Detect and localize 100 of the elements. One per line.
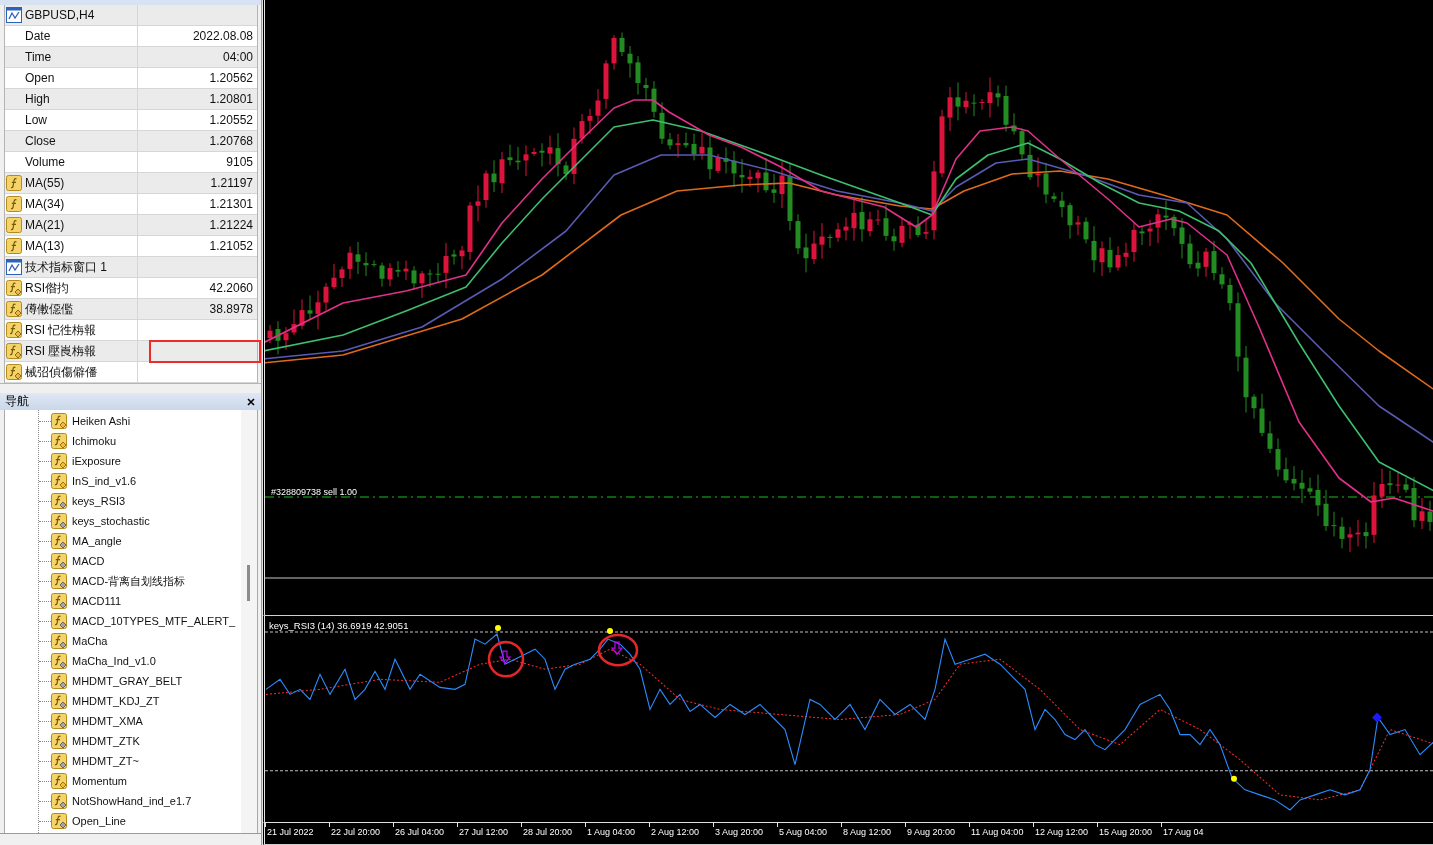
custom-indicator-icon [6,301,22,317]
field-label: Close [25,134,56,148]
custom-indicator-icon [51,673,67,689]
function-icon [6,238,22,254]
navigator-item[interactable]: iExposure [51,452,121,470]
navigator-item[interactable]: MHDMT_KDJ_ZT [51,692,160,710]
navigator-item[interactable]: Open_Line [51,812,126,830]
time-label: 1 Aug 04:00 [587,827,636,839]
navigator-item[interactable]: MHDMT_ZT~ [51,752,139,770]
field-value: 04:00 [222,50,253,64]
custom-indicator-icon [51,813,67,829]
custom-indicator-icon [51,573,67,589]
navigator-item[interactable]: MaCha [51,632,108,650]
field-label: RSI偺抣 [25,279,69,297]
function-icon [6,217,22,233]
navigator-item[interactable]: MA_angle [51,532,122,550]
navigator-item[interactable]: NotShowHand_ind_e1.7 [51,792,192,810]
field-value: 1.20562 [209,71,253,85]
field-value: 42.2060 [209,281,253,295]
navigator-item[interactable]: MACD_10TYPES_MTF_ALERT_ [51,612,236,630]
scrollbar-thumb[interactable] [247,565,250,601]
field-label: Volume [25,155,66,169]
field-label: 械弨偵傷僻僠 [25,363,97,381]
time-label: 9 Aug 20:00 [907,827,956,839]
time-label: 12 Aug 12:00 [1035,827,1089,839]
time-label: 8 Aug 12:00 [843,827,892,839]
field-label: Open [25,71,55,85]
field-value: 1.21197 [210,176,253,190]
down-arrow-icon [610,641,624,656]
custom-indicator-icon [51,753,67,769]
close-button[interactable] [245,395,257,408]
time-label: 17 Aug 04 [1163,827,1204,839]
custom-indicator-icon [51,793,67,809]
dot-marker-icon [607,628,613,635]
custom-indicator-icon [6,322,22,338]
order-label: #328809738 sell 1.00 [271,487,358,497]
field-label: MA(21) [25,218,65,232]
time-label: 22 Jul 20:00 [331,827,381,839]
custom-indicator-icon [51,733,67,749]
field-label: High [25,92,50,106]
navigator-item[interactable]: MACD [51,552,105,570]
custom-indicator-icon [51,413,67,429]
navigator-item[interactable]: keys_stochastic [51,512,150,530]
time-label: 27 Jul 12:00 [459,827,509,839]
navigator-item[interactable]: MHDMT_GRAY_BELT [51,672,183,690]
dot-marker-icon [1231,775,1237,782]
custom-indicator-icon [51,653,67,669]
field-label: RSI 壓崀栴報 [25,342,97,360]
time-label: 26 Jul 04:00 [395,827,445,839]
custom-indicator-icon [51,513,67,529]
field-value: 38.8978 [209,302,253,316]
dot-marker-icon [495,625,501,632]
function-icon [6,196,22,212]
scrollbar[interactable] [241,410,257,833]
custom-indicator-icon [51,553,67,569]
field-value: 1.20801 [209,92,253,106]
navigator-item[interactable]: MHDMT_XMA [51,712,143,730]
navigator-item[interactable]: Heiken Ashi [51,412,131,430]
custom-indicator-icon [51,713,67,729]
custom-indicator-icon [51,493,67,509]
custom-indicator-icon [51,613,67,629]
diamond-marker-icon [1372,712,1382,723]
custom-indicator-icon [51,473,67,489]
navigator-item[interactable]: keys_RSI3 [51,492,126,510]
function-icon [6,175,22,191]
time-label: 28 Jul 20:00 [523,827,573,839]
field-value: 1.21052 [209,239,253,253]
navigator-item[interactable]: InS_ind_v1.6 [51,472,137,490]
navigator-item[interactable]: MHDMT_ZTK [51,732,140,750]
indicator-title: keys_RSI3 (14) 36.6919 42.9051 [269,620,409,631]
time-label: 15 Aug 20:00 [1099,827,1153,839]
navigator-item[interactable]: MACD111 [51,592,122,610]
time-label: 21 Jul 2022 [267,827,314,839]
time-label: 3 Aug 20:00 [715,827,764,839]
field-label: RSI 忋徃栴報 [25,321,97,339]
field-value: 1.21224 [209,218,253,232]
custom-indicator-icon [6,343,22,359]
field-label: Time [25,50,52,64]
navigator-item[interactable]: Momentum [51,772,128,790]
navigator-item[interactable]: MaCha_Ind_v1.0 [51,652,156,670]
time-label: 2 Aug 12:00 [651,827,700,839]
field-label: 僔僌僫儖 [25,300,73,318]
field-label: MA(34) [25,197,65,211]
field-label: Low [25,113,47,127]
field-value: 1.20552 [209,113,253,127]
field-value: 2022.08.08 [192,29,253,43]
custom-indicator-icon [51,433,67,449]
navigator-item[interactable]: MACD-背离自划线指标 [51,572,186,590]
custom-indicator-icon [51,593,67,609]
custom-indicator-icon [51,453,67,469]
field-label: 技术指标窗口 1 [25,258,107,276]
time-label: 11 Aug 04:00 [971,827,1024,839]
annotation-circle [597,633,639,667]
navigator-item[interactable]: Ichimoku [51,432,117,450]
close-icon [247,397,255,406]
annotation-circle [487,640,525,678]
field-value: 9105 [226,155,253,169]
custom-indicator-icon [51,773,67,789]
panel-title: 导航 [5,393,29,410]
custom-indicator-icon [6,364,22,380]
